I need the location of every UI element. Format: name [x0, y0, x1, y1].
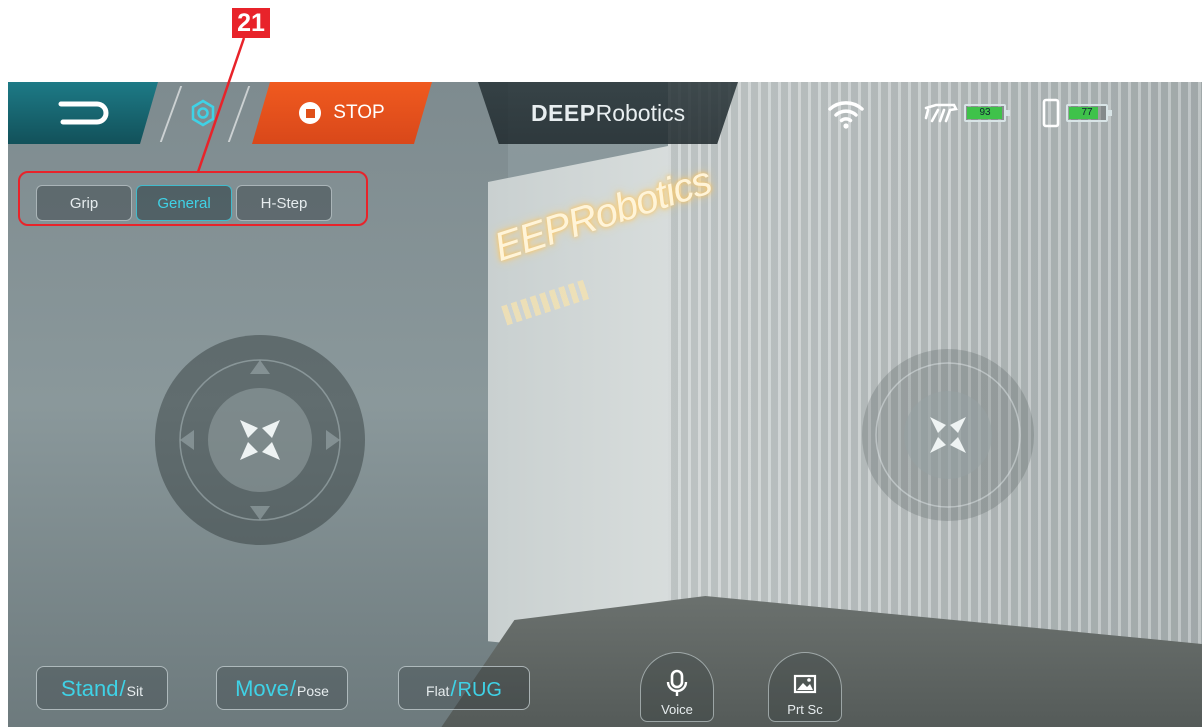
stand-sit-toggle[interactable]: Stand / Sit	[36, 666, 168, 710]
robot-battery-group: 93	[924, 102, 1010, 124]
callout-number: 21	[232, 8, 270, 38]
robot-dog-icon	[924, 103, 958, 123]
left-joystick[interactable]	[150, 330, 370, 550]
brand-logo: DEEP Robotics	[478, 82, 738, 144]
phone-battery: 77	[1066, 104, 1112, 122]
voice-label: Voice	[661, 702, 693, 717]
brand-bold: DEEP	[530, 99, 596, 126]
stop-icon	[299, 102, 322, 124]
wifi-icon	[828, 101, 864, 129]
back-icon	[58, 101, 109, 125]
prtsc-label: Prt Sc	[787, 702, 823, 717]
settings-button[interactable]	[178, 88, 228, 138]
phone-icon	[1042, 98, 1060, 128]
phone-battery-value: 77	[1081, 107, 1093, 118]
robot-battery: 93	[964, 104, 1010, 122]
callout-highlight-frame	[18, 171, 368, 226]
pose-label: Pose	[297, 683, 329, 699]
separator-slash: /	[450, 676, 457, 701]
brand-rest: Robotics	[595, 99, 686, 126]
flat-label: Flat	[426, 683, 450, 699]
flat-rug-toggle[interactable]: Flat / RUG	[398, 666, 530, 710]
screenshot-button[interactable]: Prt Sc	[768, 652, 842, 722]
stop-button[interactable]: STOP	[252, 82, 432, 144]
robot-battery-value: 93	[979, 107, 991, 118]
voice-button[interactable]: Voice	[640, 652, 714, 722]
sit-label: Sit	[126, 683, 143, 699]
microphone-icon	[666, 669, 688, 696]
move-pose-toggle[interactable]: Move / Pose	[216, 666, 348, 710]
phone-battery-group: 77	[1042, 98, 1112, 128]
rug-label: RUG	[457, 679, 502, 701]
back-button[interactable]	[8, 82, 158, 144]
stand-label: Stand	[61, 676, 119, 701]
separator-slash: /	[289, 676, 296, 701]
move-label: Move	[235, 676, 289, 701]
divider	[227, 86, 251, 142]
status-area: 93 77	[826, 82, 1186, 144]
stop-label: STOP	[333, 102, 385, 123]
settings-icon	[191, 99, 215, 127]
top-bar: STOP DEEP Robotics 93 77	[8, 82, 1202, 144]
screenshot-icon	[793, 674, 817, 694]
separator-slash: /	[119, 676, 126, 701]
right-joystick[interactable]	[858, 345, 1038, 525]
